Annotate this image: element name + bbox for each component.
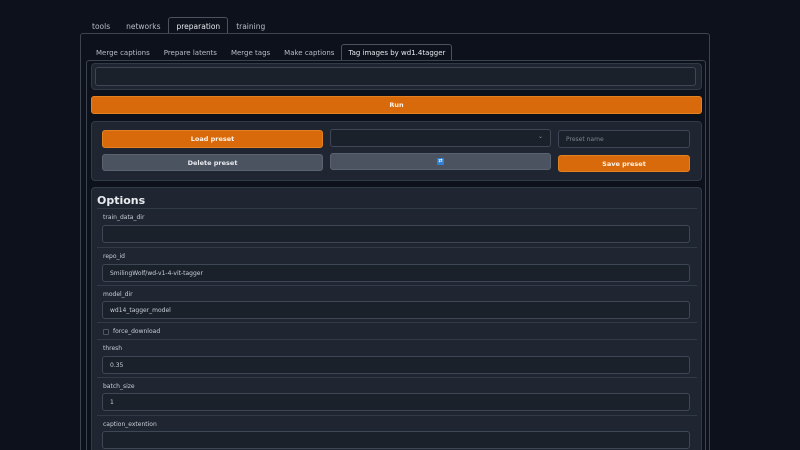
field-repo-id: repo_id SmilingWolf/wd-v1-4-vit-tagger: [97, 247, 697, 285]
repo-id-input[interactable]: SmilingWolf/wd-v1-4-vit-tagger: [102, 264, 690, 282]
tab-tools[interactable]: tools: [84, 17, 118, 34]
field-train-data-dir: train_data_dir: [97, 208, 697, 246]
run-button[interactable]: Run: [91, 96, 702, 114]
train-data-dir-input[interactable]: [102, 225, 690, 243]
refresh-icon: ⇄: [437, 158, 444, 165]
caption-extention-input[interactable]: [102, 431, 690, 449]
preset-dropdown[interactable]: ⌄: [330, 129, 551, 147]
tab-make-captions[interactable]: Make captions: [277, 44, 341, 61]
force-download-label: force_download: [113, 328, 161, 335]
force-download-checkbox[interactable]: [103, 329, 109, 335]
thresh-label: thresh: [103, 345, 123, 352]
field-model-dir: model_dir wd14_tagger_model: [97, 285, 697, 322]
preset-name-input[interactable]: Preset name: [558, 130, 690, 148]
sub-tab-bar: Merge captions Prepare latents Merge tag…: [89, 44, 453, 61]
tab-training[interactable]: training: [228, 17, 273, 34]
delete-preset-button[interactable]: Delete preset: [102, 154, 323, 171]
chevron-down-icon: ⌄: [538, 133, 544, 140]
tab-merge-captions[interactable]: Merge captions: [89, 44, 157, 61]
tab-merge-tags[interactable]: Merge tags: [224, 44, 277, 61]
save-preset-button[interactable]: Save preset: [558, 155, 690, 172]
repo-id-label: repo_id: [103, 253, 125, 260]
tab-prepare-latents[interactable]: Prepare latents: [157, 44, 224, 61]
field-force-download: force_download: [97, 322, 697, 339]
batch-size-label: batch_size: [103, 383, 135, 390]
train-data-dir-label: train_data_dir: [103, 214, 145, 221]
path-input[interactable]: [95, 67, 696, 86]
batch-size-input[interactable]: 1: [102, 393, 690, 411]
load-preset-button[interactable]: Load preset: [102, 130, 323, 148]
field-caption-extention: caption_extention: [97, 415, 697, 450]
field-batch-size: batch_size 1: [97, 377, 697, 415]
tab-networks[interactable]: networks: [118, 17, 168, 34]
model-dir-label: model_dir: [103, 291, 133, 298]
options-title: Options: [97, 194, 146, 207]
caption-extention-label: caption_extention: [103, 421, 157, 428]
model-dir-input[interactable]: wd14_tagger_model: [102, 301, 690, 319]
top-tab-bar: tools networks preparation training: [84, 17, 273, 34]
tab-tag-images[interactable]: Tag images by wd1.4tagger: [341, 44, 453, 61]
tab-preparation[interactable]: preparation: [168, 17, 229, 34]
thresh-input[interactable]: 0.35: [102, 356, 690, 374]
refresh-button[interactable]: ⇄: [330, 153, 551, 170]
field-thresh: thresh 0.35: [97, 339, 697, 377]
